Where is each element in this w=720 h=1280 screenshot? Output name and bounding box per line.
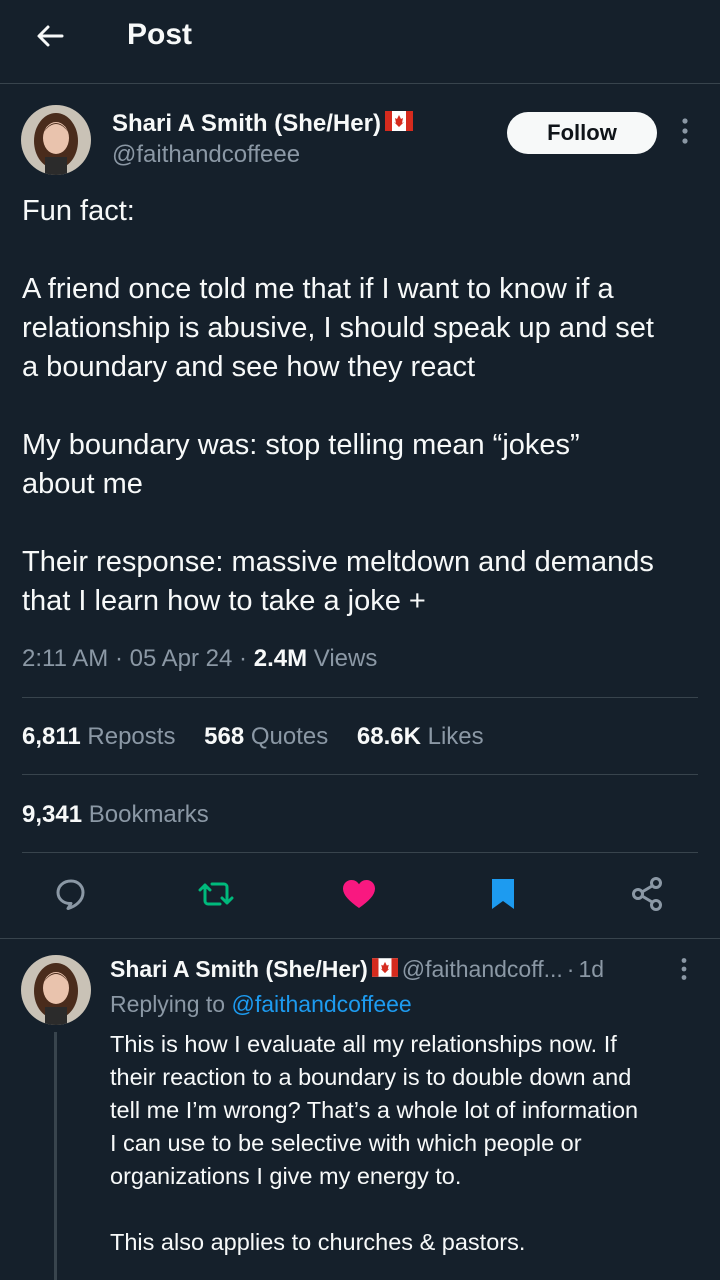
bookmark-button[interactable] [483,876,523,916]
thread-line [54,1032,57,1280]
page-title: Post [127,18,193,51]
post-meta: 2:11 AM · 05 Apr 24 · 2.4M Views [22,645,378,672]
more-vertical-icon [681,117,689,150]
divider [22,852,698,853]
text-line: Fun fact: [22,195,135,227]
text-line: that I learn how to take a joke + [22,585,426,617]
reply-avatar[interactable] [21,955,91,1025]
reply-text: This is how I evaluate all my relationsh… [110,1028,710,1259]
share-button[interactable] [627,876,667,916]
replying-to: Replying to @faithandcoffeee [110,991,412,1017]
reposts-stat[interactable]: 6,811 Reposts [22,723,175,750]
text-line: Their response: massive meltdown and dem… [22,546,654,578]
text-line: I can use to be selective with which peo… [110,1130,582,1156]
author-name[interactable]: Shari A Smith (She/Her) [112,110,413,138]
reply-button[interactable] [51,876,91,916]
quotes-stat[interactable]: 568 Quotes [204,723,328,750]
likes-stat[interactable]: 68.6K Likes [357,723,484,750]
text-line: My boundary was: stop telling mean “joke… [22,429,580,461]
repost-icon [197,877,235,916]
text-line: This is how I evaluate all my relationsh… [110,1031,617,1057]
like-button[interactable] [339,876,379,916]
bookmark-icon [489,876,517,917]
text-line: relationship is abusive, I should speak … [22,312,654,344]
share-icon [630,876,664,917]
post-text: Fun fact: A friend once told me that if … [22,192,712,621]
comment-bubble-icon [54,877,88,916]
views-label: Views [313,645,378,672]
heart-icon [341,877,377,916]
arrow-left-icon [34,20,66,57]
reply-author-name[interactable]: Shari A Smith (She/Her) [110,956,368,983]
top-bar: Post [0,0,720,84]
reply-more-button[interactable] [674,957,694,986]
repost-button[interactable] [196,876,236,916]
reply-header: Shari A Smith (She/Her) @faithandcoff...… [110,956,605,983]
text-line: This also applies to churches & pastors. [110,1229,526,1255]
back-button[interactable] [30,18,70,58]
section-divider [0,938,720,939]
reply-handle[interactable]: @faithandcoff... [402,956,563,983]
divider [22,697,698,698]
more-options-button[interactable] [672,116,698,150]
engagement-stats: 6,811 Reposts 568 Quotes 68.6K Likes [22,723,506,751]
text-line: their reaction to a boundary is to doubl… [110,1064,632,1090]
post-time[interactable]: 2:11 AM [22,645,108,672]
text-line: organizations I give my energy to. [110,1163,462,1189]
text-line: A friend once told me that if I want to … [22,273,614,305]
text-line: about me [22,468,143,500]
author-handle[interactable]: @faithandcoffeee [112,141,300,169]
canada-flag-icon [384,110,413,138]
views-count: 2.4M [253,645,308,672]
more-vertical-icon [680,957,688,986]
reply-age[interactable]: 1d [578,956,604,983]
replying-to-handle[interactable]: @faithandcoffeee [231,991,411,1017]
post-date[interactable]: 05 Apr 24 [130,645,233,672]
text-line: a boundary and see how they react [22,351,476,383]
bookmarks-stat[interactable]: 9,341 Bookmarks [22,801,209,829]
follow-button[interactable]: Follow [507,112,657,154]
divider [22,774,698,775]
avatar[interactable] [21,105,91,175]
text-line: tell me I’m wrong? That’s a whole lot of… [110,1097,639,1123]
canada-flag-icon [371,956,398,983]
